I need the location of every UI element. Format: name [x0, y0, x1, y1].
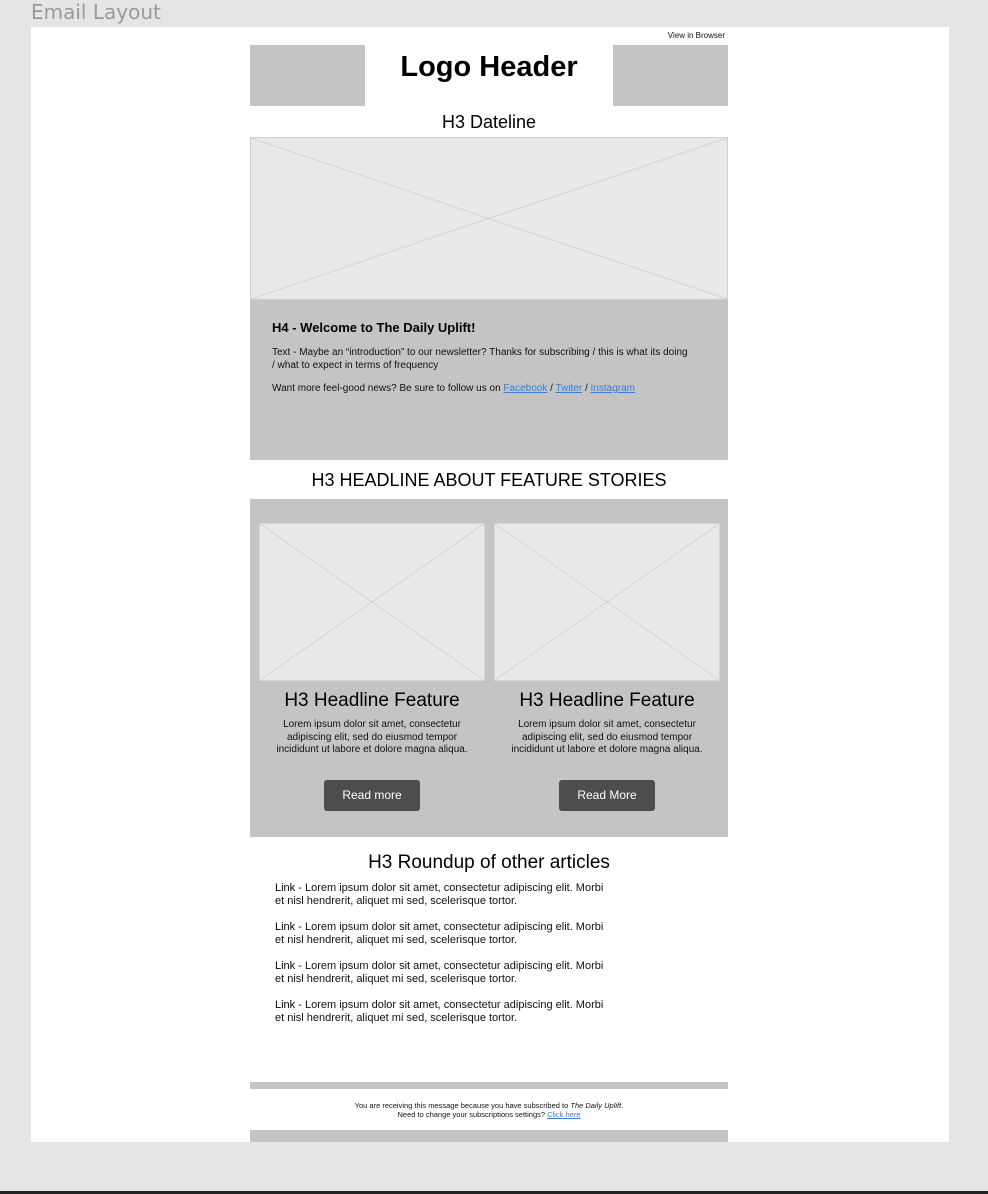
email-template: View in Browser Logo Header H3 Dateline …	[250, 27, 728, 1142]
features-heading: H3 HEADLINE ABOUT FEATURE STORIES	[311, 470, 667, 490]
view-in-browser-link[interactable]: View in Browser	[250, 31, 728, 40]
twitter-link[interactable]: Twiter	[556, 383, 583, 394]
image-placeholder-icon	[260, 524, 484, 680]
subscription-settings-link[interactable]: Click here	[547, 1110, 580, 1119]
link-separator: /	[547, 383, 556, 394]
footer-line-2: Need to change your subscriptions settin…	[250, 1110, 728, 1119]
image-placeholder-icon	[251, 138, 727, 299]
feature-title: H3 Headline Feature	[519, 690, 695, 711]
follow-prefix: Want more feel-good news? Be sure to fol…	[272, 383, 504, 394]
footer-bottom-bar	[250, 1130, 728, 1142]
feature-text: Lorem ipsum dolor sit amet, consectetur …	[511, 719, 703, 755]
social-follow-text: Want more feel-good news? Be sure to fol…	[272, 383, 692, 396]
roundup-link[interactable]: Link	[275, 999, 295, 1011]
facebook-link[interactable]: Facebook	[503, 383, 547, 394]
header-placeholder-right	[613, 45, 728, 106]
footer-line-1: You are receiving this message because y…	[250, 1101, 728, 1110]
footer-line-1-text: You are receiving this message because y…	[354, 1101, 571, 1110]
read-more-button[interactable]: Read More	[559, 779, 655, 811]
feature-image-placeholder	[494, 523, 720, 681]
roundup-item: Link - Lorem ipsum dolor sit amet, conse…	[275, 960, 615, 986]
roundup-item: Link - Lorem ipsum dolor sit amet, conse…	[275, 882, 615, 908]
roundup-item-text: - Lorem ipsum dolor sit amet, consectetu…	[275, 921, 604, 946]
instagram-link[interactable]: Instagram	[591, 383, 635, 394]
hero-image-placeholder	[250, 137, 728, 300]
roundup-item: Link - Lorem ipsum dolor sit amet, conse…	[275, 999, 615, 1025]
feature-card: H3 Headline Feature Lorem ipsum dolor si…	[494, 523, 720, 811]
roundup-link[interactable]: Link	[275, 882, 295, 894]
roundup-item-text: - Lorem ipsum dolor sit amet, consectetu…	[275, 999, 604, 1024]
footer-line-2-text: Need to change your subscriptions settin…	[397, 1110, 548, 1119]
feature-image-placeholder	[259, 523, 485, 681]
frame-label: Email Layout	[31, 0, 161, 24]
roundup-link[interactable]: Link	[275, 921, 295, 933]
roundup-heading: H3 Roundup of other articles	[368, 852, 610, 873]
roundup-item: Link - Lorem ipsum dolor sit amet, conse…	[275, 921, 615, 947]
roundup-item-text: - Lorem ipsum dolor sit amet, consectetu…	[275, 882, 604, 907]
header-placeholder-left	[250, 45, 365, 106]
feature-title: H3 Headline Feature	[284, 690, 460, 711]
feature-text: Lorem ipsum dolor sit amet, consectetur …	[276, 719, 468, 755]
footer-line-1-suffix: .	[621, 1101, 624, 1110]
roundup-item-text: - Lorem ipsum dolor sit amet, consectetu…	[275, 960, 604, 985]
feature-stories-section: H3 Headline Feature Lorem ipsum dolor si…	[250, 499, 728, 837]
logo-title: Logo Header	[400, 51, 578, 83]
roundup-list: Link - Lorem ipsum dolor sit amet, conse…	[250, 882, 728, 1038]
roundup-link[interactable]: Link	[275, 960, 295, 972]
footer-divider	[250, 1082, 728, 1089]
feature-card: H3 Headline Feature Lorem ipsum dolor si…	[259, 523, 485, 811]
image-placeholder-icon	[495, 524, 719, 680]
newsletter-name: The Daily Uplift	[570, 1101, 622, 1110]
footer-text: You are receiving this message because y…	[250, 1101, 728, 1119]
dateline-heading: H3 Dateline	[441, 112, 537, 132]
intro-section: H4 - Welcome to The Daily Uplift! Text -…	[250, 300, 728, 460]
intro-heading: H4 - Welcome to The Daily Uplift!	[272, 320, 476, 335]
intro-text: Text - Maybe an “introduction” to our ne…	[272, 347, 688, 371]
read-more-button[interactable]: Read more	[324, 779, 420, 811]
logo-header: Logo Header	[250, 45, 728, 106]
link-separator: /	[582, 383, 591, 394]
